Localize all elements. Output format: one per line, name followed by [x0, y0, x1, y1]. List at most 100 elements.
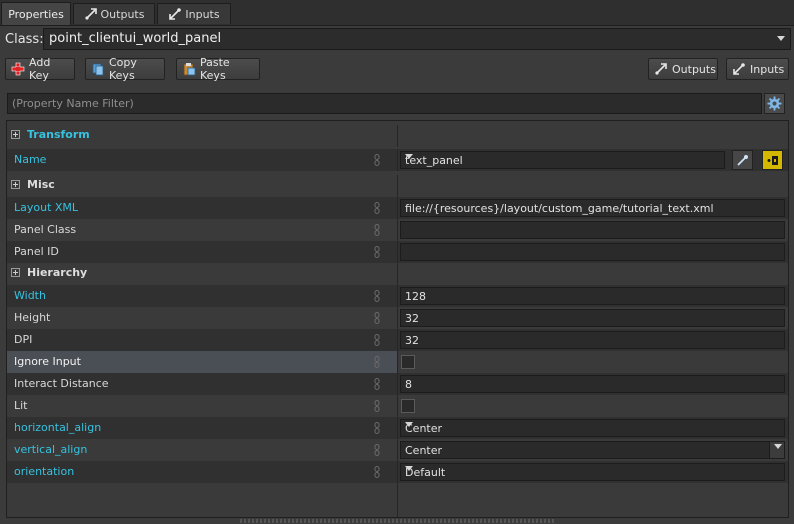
property-label: DPI [14, 333, 33, 346]
width-value: 128 [405, 290, 426, 303]
output-arrow-icon [655, 63, 667, 75]
tab-outputs[interactable]: Outputs [73, 3, 155, 24]
property-row-vertical-align[interactable]: vertical_align Center [7, 439, 788, 461]
link-icon[interactable] [374, 334, 380, 346]
property-grid: Transform Name text_panel Misc Layout XM… [6, 120, 789, 518]
property-label: Interact Distance [14, 377, 109, 390]
interact-distance-value: 8 [405, 378, 412, 391]
dropdown-button[interactable] [769, 442, 784, 458]
dpi-input[interactable]: 32 [400, 331, 785, 349]
add-key-label: Add Key [29, 56, 51, 82]
property-row-interact-distance[interactable]: Interact Distance 8 [7, 373, 788, 395]
expand-icon[interactable] [11, 130, 20, 139]
link-icon[interactable] [374, 444, 380, 456]
copy-icon [92, 63, 104, 76]
horizontal-align-dropdown[interactable]: Center [400, 419, 785, 437]
class-dropdown[interactable]: point_clientui_world_panel [43, 28, 791, 50]
tab-properties[interactable]: Properties [1, 2, 71, 25]
category-hierarchy[interactable]: Hierarchy [7, 263, 788, 285]
copy-keys-button[interactable]: Copy Keys [85, 56, 165, 82]
output-arrow-icon [84, 8, 97, 20]
resize-grip[interactable] [240, 519, 554, 523]
column-divider [397, 483, 398, 517]
property-label: Name [14, 153, 47, 166]
link-icon[interactable] [374, 224, 380, 236]
property-label: Ignore Input [14, 355, 81, 368]
property-row-height[interactable]: Height 32 [7, 307, 788, 329]
property-label: orientation [14, 465, 75, 478]
chevron-down-icon [405, 466, 413, 471]
property-row-layout-xml[interactable]: Layout XML file://{resources}/layout/cus… [7, 197, 788, 219]
link-icon[interactable] [374, 312, 380, 324]
outputs-label: Outputs [672, 62, 716, 76]
vertical-align-dropdown[interactable]: Center [400, 441, 785, 459]
expand-icon[interactable] [11, 180, 20, 189]
property-row-name[interactable]: Name text_panel [7, 149, 788, 171]
link-icon[interactable] [374, 378, 380, 390]
link-icon[interactable] [374, 290, 380, 302]
category-misc[interactable]: Misc [7, 175, 788, 197]
select-entity-button[interactable] [762, 150, 783, 170]
property-row-ignore-input[interactable]: Ignore Input [7, 351, 788, 373]
category-label: Hierarchy [27, 266, 88, 279]
eyedropper-button[interactable] [732, 150, 753, 170]
property-label: Width [14, 289, 46, 302]
link-icon[interactable] [374, 356, 380, 368]
tab-inputs[interactable]: Inputs [157, 3, 231, 24]
property-row-width[interactable]: Width 128 [7, 285, 788, 307]
height-value: 32 [405, 312, 419, 325]
property-label: Panel Class [14, 223, 77, 236]
entity-target-icon [767, 155, 778, 165]
layout-xml-value: file://{resources}/layout/custom_game/tu… [405, 202, 714, 215]
input-arrow-icon [169, 8, 182, 20]
paste-keys-button[interactable]: Paste Keys [176, 56, 260, 82]
orientation-dropdown[interactable]: Default [400, 463, 785, 481]
property-label: Height [14, 311, 51, 324]
outputs-button[interactable]: Outputs [648, 58, 718, 80]
interact-distance-input[interactable]: 8 [400, 375, 785, 393]
chevron-down-icon [777, 36, 785, 41]
category-label: Misc [27, 178, 55, 191]
link-icon[interactable] [374, 246, 380, 258]
panel-class-input[interactable] [400, 221, 785, 239]
property-row-panel-class[interactable]: Panel Class [7, 219, 788, 241]
gear-icon [767, 96, 782, 111]
lit-checkbox[interactable] [401, 399, 415, 413]
property-row-panel-id[interactable]: Panel ID [7, 241, 788, 263]
copy-keys-label: Copy Keys [109, 56, 137, 82]
panel-id-input[interactable] [400, 243, 785, 261]
tab-bar: Properties Outputs Inputs [0, 0, 794, 26]
eyedropper-icon [737, 154, 748, 166]
property-filter-input[interactable]: (Property Name Filter) [7, 93, 762, 114]
width-input[interactable]: 128 [400, 287, 785, 305]
ignore-input-checkbox[interactable] [401, 355, 415, 369]
inputs-button[interactable]: Inputs [726, 58, 789, 80]
tab-properties-label: Properties [8, 7, 64, 21]
chevron-down-icon [405, 154, 413, 159]
class-label: Class: [5, 32, 44, 47]
class-value: point_clientui_world_panel [49, 31, 222, 46]
link-icon[interactable] [374, 154, 380, 166]
property-label: Layout XML [14, 201, 79, 214]
property-row-orientation[interactable]: orientation Default [7, 461, 788, 483]
expand-icon[interactable] [11, 268, 20, 277]
name-dropdown[interactable]: text_panel [400, 151, 725, 169]
link-icon[interactable] [374, 202, 380, 214]
add-key-button[interactable]: Add Key [5, 56, 75, 82]
layout-xml-input[interactable]: file://{resources}/layout/custom_game/tu… [400, 199, 785, 217]
property-label: Lit [14, 399, 28, 412]
height-input[interactable]: 32 [400, 309, 785, 327]
link-icon[interactable] [374, 466, 380, 478]
filter-placeholder: (Property Name Filter) [12, 97, 134, 110]
settings-button[interactable] [764, 93, 785, 114]
dpi-value: 32 [405, 334, 419, 347]
link-icon[interactable] [374, 400, 380, 412]
paste-keys-label: Paste Keys [200, 56, 230, 82]
link-icon[interactable] [374, 422, 380, 434]
property-row-dpi[interactable]: DPI 32 [7, 329, 788, 351]
chevron-down-icon [405, 422, 413, 427]
property-row-lit[interactable]: Lit [7, 395, 788, 417]
input-arrow-icon [733, 63, 745, 75]
property-row-horizontal-align[interactable]: horizontal_align Center [7, 417, 788, 439]
category-transform[interactable]: Transform [7, 125, 788, 147]
